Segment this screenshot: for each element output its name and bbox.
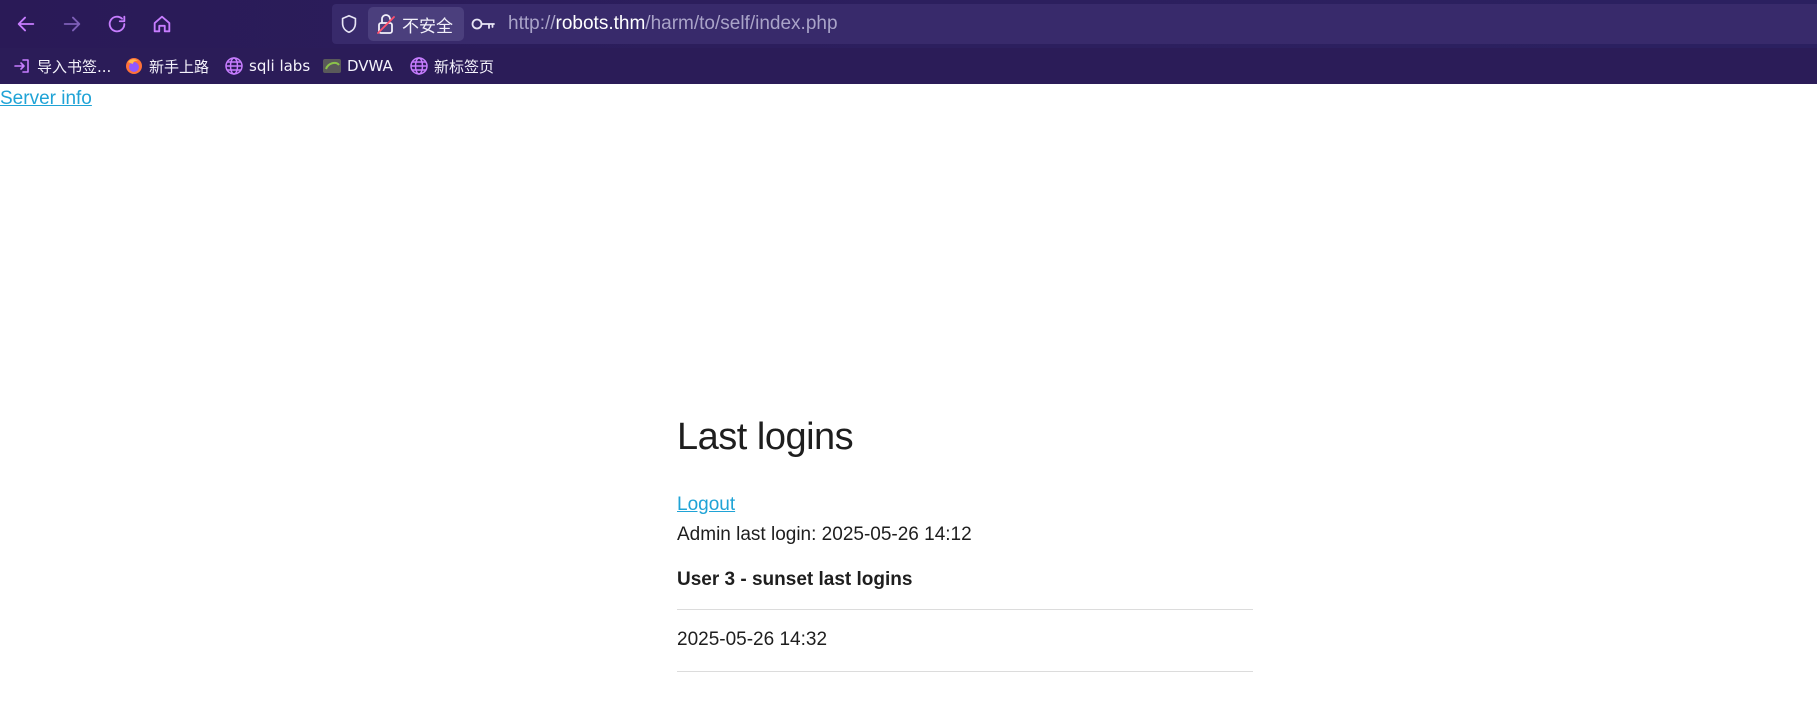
bookmark-sqli-labs[interactable]: sqli labs — [224, 52, 310, 80]
forward-icon — [63, 16, 81, 32]
home-button[interactable] — [146, 8, 178, 40]
forward-button[interactable] — [56, 8, 88, 40]
bookmark-dvwa[interactable]: DVWA — [322, 52, 393, 80]
reload-icon — [108, 15, 126, 33]
broken-lock-icon — [377, 14, 395, 34]
home-icon — [153, 15, 171, 33]
bookmark-label: sqli labs — [249, 57, 311, 75]
reload-button[interactable] — [101, 8, 133, 40]
url-text[interactable]: http://robots.thm/harm/to/self/index.php — [508, 13, 838, 35]
back-button[interactable] — [10, 8, 42, 40]
bookmark-label: 新手上路 — [149, 57, 210, 76]
user-logins-heading: User 3 - sunset last logins — [677, 569, 913, 590]
security-label: 不安全 — [402, 16, 453, 37]
bookmarks-bar: 导入书签... 新手上路 sqli labs DVWA 新标签页 — [0, 48, 1817, 84]
bookmark-new-tab[interactable]: 新标签页 — [409, 52, 494, 80]
key-icon[interactable] — [470, 14, 496, 34]
admin-last-login: Admin last login: 2025-05-26 14:12 — [677, 524, 972, 545]
url-prefix: http:// — [508, 13, 556, 34]
login-entry: 2025-05-26 14:32 — [677, 629, 828, 650]
divider — [677, 609, 1253, 610]
page-title: Last logins — [677, 416, 854, 458]
browser-toolbar: 不安全 http://robots.thm/harm/to/self/index… — [0, 0, 1817, 48]
firefox-icon — [124, 56, 144, 76]
back-icon — [17, 16, 35, 32]
globe-icon — [409, 56, 429, 76]
url-bar[interactable]: 不安全 http://robots.thm/harm/to/self/index… — [332, 4, 1817, 44]
server-info-link[interactable]: Server info — [0, 88, 92, 110]
bookmark-label: DVWA — [347, 57, 393, 75]
bookmark-label: 新标签页 — [434, 57, 495, 76]
shield-icon[interactable] — [338, 13, 360, 35]
url-host: robots.thm — [555, 13, 646, 34]
divider — [677, 671, 1253, 672]
last-logins-panel: Last logins Logout Admin last login: 202… — [677, 416, 1253, 672]
dvwa-icon — [322, 56, 342, 76]
insecure-connection-badge[interactable]: 不安全 — [368, 7, 464, 41]
bookmark-getting-started[interactable]: 新手上路 — [124, 52, 209, 80]
bookmark-import[interactable]: 导入书签... — [12, 52, 111, 80]
globe-icon — [224, 56, 244, 76]
import-icon — [12, 56, 32, 76]
url-path: /harm/to/self/index.php — [645, 13, 838, 34]
logout-link[interactable]: Logout — [677, 494, 735, 516]
bookmark-label: 导入书签... — [37, 57, 112, 76]
